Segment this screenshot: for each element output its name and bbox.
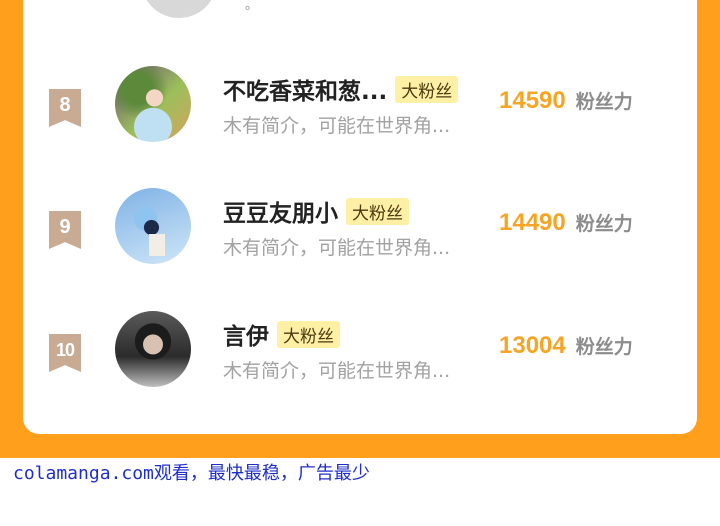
score-value: 14590 (499, 87, 566, 114)
score-value: 13004 (499, 332, 566, 359)
score-value: 14490 (499, 209, 566, 236)
name-line: 豆豆友朋小 大粉丝 (223, 194, 409, 228)
rank-badge: 9 (49, 211, 81, 249)
avatar[interactable] (115, 66, 191, 142)
score-label: 粉丝力 (575, 213, 633, 235)
fan-power-score: 13004 粉丝力 (499, 332, 633, 360)
user-name[interactable]: 不吃香菜和葱... (223, 72, 387, 106)
user-bio: 木有简介，可能在世界角... (223, 360, 451, 382)
fan-power-score: 14590 粉丝力 (499, 87, 633, 115)
fan-level-badge: 大粉丝 (346, 197, 409, 225)
avatar[interactable] (115, 188, 191, 264)
user-bio: 木有简介，可能在世界角... (223, 115, 451, 137)
fan-power-score: 14490 粉丝力 (499, 209, 633, 237)
user-name[interactable]: 豆豆友朋小 (223, 194, 338, 228)
truncated-bio: 。 (245, 0, 259, 13)
rank-badge: 10 (49, 334, 81, 372)
score-label: 粉丝力 (575, 91, 633, 113)
site-watermark-text: colamanga.com观看，最快最稳，广告最少 (13, 463, 370, 484)
avatar[interactable] (141, 0, 217, 18)
list-item[interactable]: 8 不吃香菜和葱... 大粉丝 木有简介，可能在世界角... 14590 粉丝力 (23, 66, 697, 166)
leaderboard-frame: 。 8 不吃香菜和葱... 大粉丝 木有简介，可能在世界角... 14590 粉… (0, 0, 720, 458)
score-label: 粉丝力 (575, 336, 633, 358)
list-item[interactable]: 10 言伊 大粉丝 木有简介，可能在世界角... 13004 粉丝力 (23, 311, 697, 411)
user-name[interactable]: 言伊 (223, 317, 269, 351)
fan-level-badge: 大粉丝 (277, 320, 340, 348)
name-line: 不吃香菜和葱... 大粉丝 (223, 72, 459, 106)
fan-level-badge: 大粉丝 (395, 75, 459, 103)
fan-ranking-card: 。 8 不吃香菜和葱... 大粉丝 木有简介，可能在世界角... 14590 粉… (23, 0, 697, 434)
avatar[interactable] (115, 311, 191, 387)
rank-badge: 8 (49, 89, 81, 127)
list-item[interactable]: 9 豆豆友朋小 大粉丝 木有简介，可能在世界角... 14490 粉丝力 (23, 188, 697, 288)
name-line: 言伊 大粉丝 (223, 317, 340, 351)
user-bio: 木有简介，可能在世界角... (223, 237, 451, 259)
